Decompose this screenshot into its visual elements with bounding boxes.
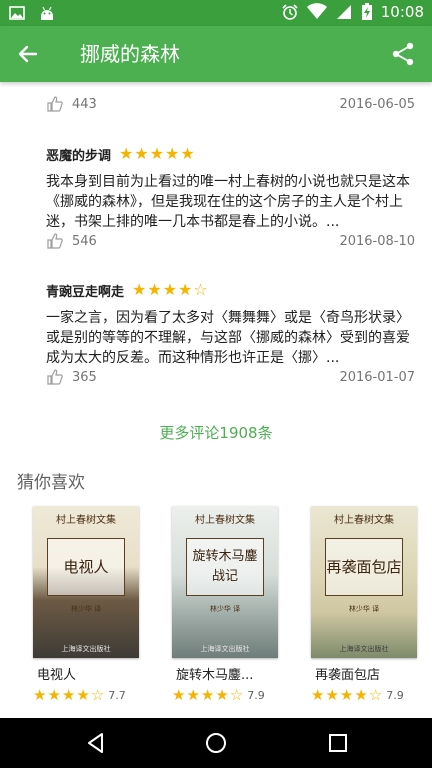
book-score: 7.7 bbox=[108, 688, 126, 702]
star-icon: ★ bbox=[147, 280, 162, 299]
review-meta: 365 2016-01-07 bbox=[47, 365, 415, 389]
home-circle-icon[interactable] bbox=[204, 731, 228, 755]
star-empty-icon: ☆ bbox=[90, 686, 105, 704]
star-icon: ★ bbox=[186, 686, 200, 704]
back-arrow-icon[interactable] bbox=[14, 40, 42, 68]
star-icon: ★ bbox=[311, 686, 325, 704]
recommended-book[interactable]: 村上春树文集 再袭面包店 林少华 译 上海译文出版社 再袭面包店 ★ ★ ★ ★… bbox=[311, 506, 421, 703]
book-score: 7.9 bbox=[247, 688, 265, 702]
like-button[interactable]: 546 bbox=[47, 232, 97, 250]
status-bar: 10:08 bbox=[0, 0, 432, 26]
review-username: 青豌豆走啊走 bbox=[46, 284, 125, 300]
recommended-book[interactable]: 村上春树文集 旋转木马鏖战记 林少华 译 上海译文出版社 旋转木马鏖... ★ … bbox=[172, 506, 282, 703]
recommended-book[interactable]: 村上春树文集 电视人 林少华 译 上海译文出版社 电视人 ★ ★ ★ ★ ☆ 7… bbox=[33, 506, 143, 703]
app-bar: 挪威的森林 bbox=[0, 26, 432, 82]
share-icon[interactable] bbox=[390, 41, 416, 67]
review-item[interactable]: 恶魔的步调 ★ ★ ★ ★ ★ 我本身到目前为止看过的唯一村上春树的小说也就只是… bbox=[46, 144, 415, 232]
system-nav-bar bbox=[0, 718, 432, 768]
review-rating: ★ ★ ★ ★ ★ bbox=[119, 146, 195, 162]
recents-square-icon[interactable] bbox=[326, 731, 350, 755]
back-triangle-icon[interactable] bbox=[84, 731, 108, 755]
cover-title: 电视人 bbox=[47, 538, 125, 596]
book-rating: ★ ★ ★ ★ ☆ 7.9 bbox=[172, 687, 282, 703]
review-date: 2016-06-05 bbox=[339, 96, 415, 112]
wifi-icon bbox=[306, 3, 327, 19]
like-button[interactable]: 443 bbox=[47, 95, 97, 113]
book-score: 7.9 bbox=[386, 688, 404, 702]
book-title: 电视人 bbox=[37, 668, 77, 683]
recommend-section-title: 猜你喜欢 bbox=[17, 473, 85, 493]
star-icon: ★ bbox=[33, 686, 47, 704]
battery-charging-icon bbox=[361, 3, 372, 20]
star-icon: ★ bbox=[178, 280, 193, 299]
cover-publisher: 上海译文出版社 bbox=[200, 645, 250, 653]
star-empty-icon: ☆ bbox=[368, 686, 383, 704]
review-text: 我本身到目前为止看过的唯一村上春树的小说也就只是这本《挪威的森林》，但是我现在住… bbox=[46, 174, 410, 230]
thumb-up-icon bbox=[47, 369, 63, 385]
review-date: 2016-08-10 bbox=[339, 233, 415, 249]
cover-series: 村上春树文集 bbox=[334, 515, 394, 526]
cover-translator: 林少华 译 bbox=[70, 605, 102, 613]
review-rating: ★ ★ ★ ★ ☆ bbox=[132, 282, 208, 298]
book-cover: 村上春树文集 再袭面包店 林少华 译 上海译文出版社 bbox=[311, 506, 417, 658]
review-meta: 546 2016-08-10 bbox=[47, 229, 415, 253]
star-icon: ★ bbox=[76, 686, 90, 704]
thumb-up-icon bbox=[47, 96, 63, 112]
star-icon: ★ bbox=[215, 686, 229, 704]
star-icon: ★ bbox=[61, 686, 76, 704]
android-icon bbox=[41, 6, 53, 20]
star-empty-icon: ☆ bbox=[193, 280, 208, 299]
review-username: 恶魔的步调 bbox=[46, 148, 112, 164]
review-text: 一家之言，因为看了太多对〈舞舞舞〉或是〈奇鸟形状录〉或是别的等等的不理解，与这部… bbox=[46, 310, 410, 366]
clock: 10:08 bbox=[380, 3, 424, 21]
like-count: 365 bbox=[72, 369, 97, 385]
star-icon: ★ bbox=[134, 144, 149, 163]
star-icon: ★ bbox=[200, 686, 215, 704]
star-icon: ★ bbox=[339, 686, 354, 704]
like-count: 443 bbox=[72, 96, 97, 112]
like-button[interactable]: 365 bbox=[47, 368, 97, 386]
cover-translator: 林少华 译 bbox=[209, 605, 241, 613]
star-icon: ★ bbox=[165, 144, 180, 163]
star-icon: ★ bbox=[325, 686, 339, 704]
cover-publisher: 上海译文出版社 bbox=[61, 645, 111, 653]
signal-icon bbox=[336, 5, 351, 19]
thumb-up-icon bbox=[47, 233, 63, 249]
star-icon: ★ bbox=[354, 686, 368, 704]
cover-title: 再袭面包店 bbox=[325, 538, 403, 596]
review-meta: 443 2016-06-05 bbox=[47, 92, 415, 116]
book-title: 旋转木马鏖... bbox=[176, 668, 254, 683]
page-title: 挪威的森林 bbox=[80, 42, 180, 66]
star-icon: ★ bbox=[162, 280, 178, 299]
book-rating: ★ ★ ★ ★ ☆ 7.7 bbox=[33, 687, 143, 703]
review-item[interactable]: 青豌豆走啊走 ★ ★ ★ ★ ☆ 一家之言，因为看了太多对〈舞舞舞〉或是〈奇鸟形… bbox=[46, 280, 415, 368]
star-icon: ★ bbox=[47, 686, 61, 704]
star-icon: ★ bbox=[132, 280, 147, 299]
star-empty-icon: ☆ bbox=[229, 686, 244, 704]
book-title: 再袭面包店 bbox=[315, 668, 381, 683]
star-icon: ★ bbox=[180, 144, 195, 163]
book-rating: ★ ★ ★ ★ ☆ 7.9 bbox=[311, 687, 421, 703]
cover-publisher: 上海译文出版社 bbox=[339, 645, 389, 653]
alarm-icon bbox=[282, 4, 298, 20]
star-icon: ★ bbox=[119, 144, 134, 163]
cover-translator: 林少华 译 bbox=[348, 605, 380, 613]
image-icon bbox=[9, 6, 25, 20]
cover-title: 旋转木马鏖战记 bbox=[186, 538, 264, 596]
star-icon: ★ bbox=[149, 144, 165, 163]
like-count: 546 bbox=[72, 233, 97, 249]
book-cover: 村上春树文集 电视人 林少华 译 上海译文出版社 bbox=[33, 506, 139, 658]
cover-series: 村上春树文集 bbox=[195, 515, 255, 526]
book-cover: 村上春树文集 旋转木马鏖战记 林少华 译 上海译文出版社 bbox=[172, 506, 278, 658]
cover-series: 村上春树文集 bbox=[56, 515, 116, 526]
star-icon: ★ bbox=[172, 686, 186, 704]
more-reviews-link[interactable]: 更多评论1908条 bbox=[0, 422, 432, 443]
review-date: 2016-01-07 bbox=[339, 369, 415, 385]
book-detail-content[interactable]: 443 2016-06-05 恶魔的步调 ★ ★ ★ ★ ★ 我本身到目前为止看… bbox=[0, 82, 432, 718]
